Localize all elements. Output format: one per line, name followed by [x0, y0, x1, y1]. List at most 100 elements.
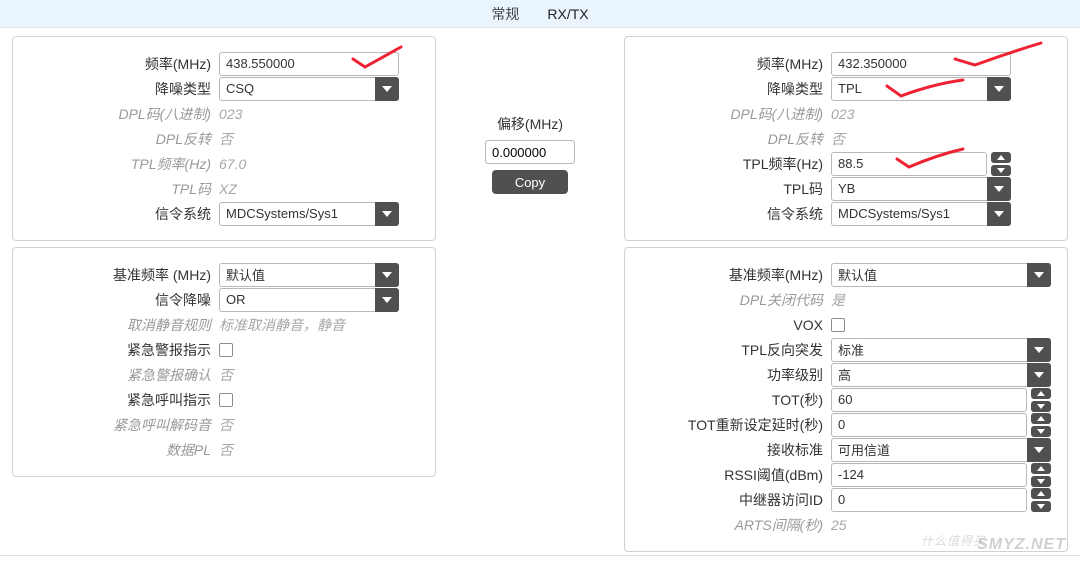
rx-freq-label: 频率(MHz) [23, 54, 213, 74]
center-panel: 偏移(MHz) Copy [450, 36, 610, 194]
rx-alarm-ack-label: 紧急警报确认 [23, 365, 213, 385]
chevron-down-icon[interactable] [987, 77, 1011, 101]
tx-arts-value: 25 [831, 517, 847, 533]
tx-tpl-code-label: TPL码 [635, 179, 825, 199]
chevron-down-icon[interactable] [375, 202, 399, 226]
tx-freq-label: 频率(MHz) [635, 54, 825, 74]
rx-signal-label: 信令系统 [23, 204, 213, 224]
tx-dpl-inv-value: 否 [831, 129, 845, 149]
chevron-down-icon[interactable] [987, 177, 1011, 201]
spin-up-icon[interactable] [991, 152, 1011, 163]
offset-label: 偏移(MHz) [497, 114, 563, 134]
tx-tot-label: TOT(秒) [635, 390, 825, 410]
tx-dpl-inv-label: DPL反转 [635, 129, 825, 149]
chevron-down-icon[interactable] [987, 202, 1011, 226]
tx-dpl-close-value: 是 [831, 290, 845, 310]
rx-base-freq-select[interactable] [219, 263, 399, 287]
tx-sq-label: 降噪类型 [635, 79, 825, 99]
tx-rx-std-select[interactable] [831, 438, 1051, 462]
rx-dpl-inv-label: DPL反转 [23, 129, 213, 149]
spin-up-icon[interactable] [1031, 488, 1051, 499]
tx-vox-label: VOX [635, 317, 825, 333]
tab-general[interactable]: 常规 [491, 4, 519, 24]
rx-tpl-freq-value: 67.0 [219, 156, 246, 172]
chevron-down-icon[interactable] [1027, 263, 1051, 287]
tab-rxtx[interactable]: RX/TX [547, 6, 588, 22]
tx-base-freq-select[interactable] [831, 263, 1051, 287]
spin-down-icon[interactable] [1031, 401, 1051, 412]
tx-dpl-code-label: DPL码(八进制) [635, 104, 825, 124]
tx-rep-id-input[interactable] [831, 488, 1027, 512]
tx-power-select[interactable] [831, 363, 1051, 387]
tx-tpl-code-select[interactable] [831, 177, 1011, 201]
rx-base-freq-label: 基准频率 (MHz) [23, 265, 213, 285]
tx-freq-input[interactable] [831, 52, 1011, 76]
tx-tpl-freq-input[interactable] [831, 152, 987, 176]
tx-arts-label: ARTS间隔(秒) [635, 515, 825, 535]
rx-call-dec-value: 否 [219, 415, 233, 435]
spin-up-icon[interactable] [1031, 413, 1051, 424]
offset-input[interactable] [485, 140, 575, 164]
rx-unmute-value: 标准取消静音，静音 [219, 315, 345, 335]
tx-tpl-rev-select[interactable] [831, 338, 1051, 362]
rx-signal-select[interactable] [219, 202, 399, 226]
chevron-down-icon[interactable] [1027, 363, 1051, 387]
rx-data-pl-label: 数据PL [23, 440, 213, 460]
footer-divider [0, 555, 1080, 556]
rx-data-pl-value: 否 [219, 440, 233, 460]
tx-rssi-label: RSSI阈值(dBm) [635, 465, 825, 485]
tx-power-label: 功率级别 [635, 365, 825, 385]
rx-tpl-freq-label: TPL频率(Hz) [23, 154, 213, 174]
chevron-down-icon[interactable] [1027, 438, 1051, 462]
tx-tot-input[interactable] [831, 388, 1027, 412]
tx-tpl-freq-label: TPL频率(Hz) [635, 154, 825, 174]
tx-base-freq-label: 基准频率(MHz) [635, 265, 825, 285]
spin-down-icon[interactable] [1031, 426, 1051, 437]
tx-rep-id-label: 中继器访问ID [635, 490, 825, 510]
spin-up-icon[interactable] [1031, 463, 1051, 474]
rx-call-ind-label: 紧急呼叫指示 [23, 390, 213, 410]
rx-call-ind-checkbox[interactable] [219, 393, 233, 407]
rx-unmute-label: 取消静音规则 [23, 315, 213, 335]
spin-up-icon[interactable] [1031, 388, 1051, 399]
rx-sq-label: 降噪类型 [23, 79, 213, 99]
spin-down-icon[interactable] [1031, 501, 1051, 512]
rx-alarm-ind-checkbox[interactable] [219, 343, 233, 357]
spin-down-icon[interactable] [991, 165, 1011, 176]
rx-call-dec-label: 紧急呼叫解码音 [23, 415, 213, 435]
rx-sig-sq-select[interactable] [219, 288, 399, 312]
chevron-down-icon[interactable] [375, 263, 399, 287]
rx-panel: 频率(MHz) 降噪类型 DPL码(八进制) 023 DPL反转否 TPL频率(H… [12, 36, 436, 241]
tx-panel-2: 基准频率(MHz) DPL关闭代码是 VOX TPL反向突发 功率级别 TOT(… [624, 247, 1068, 552]
rx-alarm-ind-label: 紧急警报指示 [23, 340, 213, 360]
tx-signal-label: 信令系统 [635, 204, 825, 224]
tx-sq-select[interactable] [831, 77, 1011, 101]
rx-sq-select[interactable] [219, 77, 399, 101]
tab-bar: 常规 RX/TX [0, 0, 1080, 28]
rx-freq-input[interactable] [219, 52, 399, 76]
tx-panel: 频率(MHz) 降噪类型 DPL码(八进制) 023 DPL反转否 TPL频率(H… [624, 36, 1068, 241]
tx-rssi-input[interactable] [831, 463, 1027, 487]
tx-rx-std-label: 接收标准 [635, 440, 825, 460]
rx-tpl-code-label: TPL码 [23, 179, 213, 199]
rx-dpl-code-value: 023 [219, 106, 242, 122]
copy-button[interactable]: Copy [492, 170, 568, 194]
tx-vox-checkbox[interactable] [831, 318, 845, 332]
tx-dpl-close-label: DPL关闭代码 [635, 290, 825, 310]
tx-tot-reset-input[interactable] [831, 413, 1027, 437]
tx-dpl-code-value: 023 [831, 106, 854, 122]
watermark: 什么值得买 SMYZ.NET [977, 536, 1066, 554]
chevron-down-icon[interactable] [1027, 338, 1051, 362]
rx-dpl-inv-value: 否 [219, 129, 233, 149]
spin-down-icon[interactable] [1031, 476, 1051, 487]
rx-alarm-ack-value: 否 [219, 365, 233, 385]
tx-tot-reset-label: TOT重新设定延时(秒) [635, 415, 825, 435]
chevron-down-icon[interactable] [375, 77, 399, 101]
tx-signal-select[interactable] [831, 202, 1011, 226]
tx-tpl-rev-label: TPL反向突发 [635, 340, 825, 360]
rx-dpl-code-label: DPL码(八进制) [23, 104, 213, 124]
rx-panel-2: 基准频率 (MHz) 信令降噪 取消静音规则标准取消静音，静音 紧急警报指示 紧… [12, 247, 436, 477]
rx-sig-sq-label: 信令降噪 [23, 290, 213, 310]
rx-tpl-code-value: XZ [219, 181, 237, 197]
chevron-down-icon[interactable] [375, 288, 399, 312]
